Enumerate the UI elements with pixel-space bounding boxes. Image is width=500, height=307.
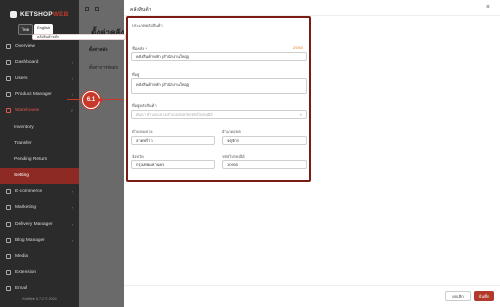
- mail-icon: [6, 286, 11, 292]
- chevron-icon: ›: [71, 59, 73, 65]
- tab-warehouse-settings[interactable]: ตั้งค่าคลัง: [89, 46, 108, 53]
- sidebar-item-label: Pending Return: [14, 156, 48, 162]
- sidebar-item-media[interactable]: Media: [0, 248, 79, 264]
- sidebar-item-label: Marketing: [15, 205, 37, 211]
- province-label: จังหวัด: [132, 154, 144, 159]
- callout-arrow-line: [100, 99, 124, 101]
- grid-icon[interactable]: [95, 7, 99, 11]
- chevron-icon: ›: [71, 75, 73, 81]
- sidebar-nav: Overview Dashboard › Users › Product Manager ›…: [0, 38, 79, 297]
- sidebar-item-dashboard[interactable]: Dashboard ›: [0, 54, 79, 70]
- address-label: ที่อยู่: [132, 72, 140, 77]
- address-textarea[interactable]: คลังสินค้าหลัก (สำนักงานใหญ่): [131, 78, 307, 94]
- sidebar-item-e-commerce[interactable]: E-commerce ›: [0, 184, 79, 200]
- district-input[interactable]: จตุจักร: [222, 136, 307, 145]
- chevron-icon: ˅: [70, 108, 73, 114]
- dashboard-icon: [6, 59, 11, 65]
- sidebar-item-transfer[interactable]: Transfer: [0, 135, 79, 151]
- cart-icon: [6, 189, 11, 195]
- callout-line: [67, 99, 82, 101]
- sidebar-item-setting[interactable]: Setting: [0, 167, 79, 184]
- sidebar-item-label: Extension: [15, 270, 37, 276]
- sidebar-item-label: Delivery Manager: [15, 221, 53, 227]
- close-icon[interactable]: ×: [486, 4, 490, 11]
- subdistrict-label: ตำบล/แขวง: [132, 129, 153, 134]
- subdistrict-input[interactable]: ลาดพร้าว: [131, 136, 215, 145]
- logo-text: KETSHOPWEB: [20, 10, 69, 18]
- district-label: อำเภอ/เขต: [222, 129, 241, 134]
- sidebar-item-inventory[interactable]: Inventory: [0, 119, 79, 135]
- users-icon: [6, 75, 11, 81]
- sidebar-item-warehouse[interactable]: Warehouse ˅: [0, 103, 79, 119]
- logo-icon: [10, 10, 17, 18]
- sidebar-item-label: Product Manager: [15, 92, 52, 98]
- logo: KETSHOPWEB: [10, 9, 69, 19]
- menu-icon[interactable]: [85, 7, 89, 11]
- sidebar-item-label: Setting: [14, 173, 29, 179]
- cancel-button[interactable]: ยกเลิก: [445, 291, 471, 301]
- sidebar-item-overview[interactable]: Overview: [0, 38, 79, 54]
- sidebar-item-label: Blog Manager: [15, 237, 45, 243]
- sidebar-item-blog-manager[interactable]: Blog Manager ›: [0, 232, 79, 248]
- chevron-icon: ›: [71, 237, 73, 243]
- blog-icon: [6, 237, 11, 243]
- name-input[interactable]: คลังสินค้าหลัก (สำนักงานใหญ่): [131, 52, 307, 61]
- sidebar-item-email[interactable]: Email: [0, 281, 79, 297]
- sidebar-item-label: Inventory: [14, 124, 34, 130]
- highlight-frame: [126, 16, 311, 182]
- chevron-icon: ›: [71, 189, 73, 195]
- extension-icon: [6, 270, 11, 276]
- footer-divider: [124, 285, 500, 286]
- warehouse-type-label: ประเภทคลังสินค้า: [132, 23, 163, 28]
- chevron-icon: ›: [71, 221, 73, 227]
- sidebar-item-label: Overview: [15, 43, 35, 49]
- sidebar-item-marketing[interactable]: Marketing ›: [0, 200, 79, 216]
- megaphone-icon: [6, 205, 11, 211]
- name-counter: 29/50: [293, 45, 304, 50]
- sidebar-item-label: Dashboard: [15, 59, 39, 65]
- province-input[interactable]: กรุงเทพมหานคร: [131, 160, 215, 169]
- warehouse-drawer: คลังสินค้า × ประเภทคลังสินค้า ชื่อคลัง *…: [124, 0, 500, 307]
- overview-icon: [6, 43, 11, 49]
- save-button[interactable]: บันทึก: [474, 291, 494, 301]
- drawer-title: คลังสินค้า: [130, 7, 152, 13]
- sidebar-item-label: Email: [15, 286, 27, 292]
- sidebar-item-label: Media: [15, 254, 29, 260]
- postcode-label: รหัสไปรษณีย์: [222, 154, 245, 159]
- sidebar-item-pending-return[interactable]: Pending Return: [0, 151, 79, 167]
- sidebar-item-label: Users: [15, 75, 28, 81]
- location-placeholder: ค้นหา ตำบล/แขวง/อำเภอ/จังหวัด/รหัสไปรษณี…: [136, 112, 213, 117]
- postcode-input[interactable]: 10900: [222, 160, 307, 169]
- lang-thai[interactable]: ไทย: [18, 24, 33, 35]
- version-text: KetWeb 5.7.2 © 2024: [22, 297, 57, 301]
- chevron-down-icon: ˅: [299, 112, 302, 117]
- sidebar: KETSHOPWEB ไทย English Overview Dashboard…: [0, 0, 79, 307]
- sidebar-item-label: Warehouse: [15, 108, 40, 114]
- location-label: ที่อยู่คลังสินค้า: [132, 103, 157, 108]
- chevron-icon: ›: [71, 205, 73, 211]
- warehouse-icon: [6, 108, 11, 114]
- warehouse-type-value[interactable]: คลังสินค้าหลัก: [32, 34, 126, 40]
- sidebar-item-users[interactable]: Users ›: [0, 70, 79, 86]
- box-icon: [6, 92, 11, 98]
- sidebar-item-label: Transfer: [14, 140, 32, 146]
- media-icon: [6, 254, 11, 260]
- location-search-select[interactable]: ค้นหา ตำบล/แขวง/อำเภอ/จังหวัด/รหัสไปรษณี…: [131, 110, 307, 119]
- sidebar-item-extension[interactable]: Extension: [0, 265, 79, 281]
- name-label: ชื่อคลัง *: [132, 46, 147, 51]
- chevron-icon: ›: [71, 92, 73, 98]
- sidebar-item-label: E-commerce: [15, 189, 43, 195]
- tab-shipping-settings[interactable]: ตั้งค่าการจัดส่ง: [89, 64, 118, 71]
- sidebar-item-delivery-manager[interactable]: Delivery Manager ›: [0, 216, 79, 232]
- truck-icon: [6, 221, 11, 227]
